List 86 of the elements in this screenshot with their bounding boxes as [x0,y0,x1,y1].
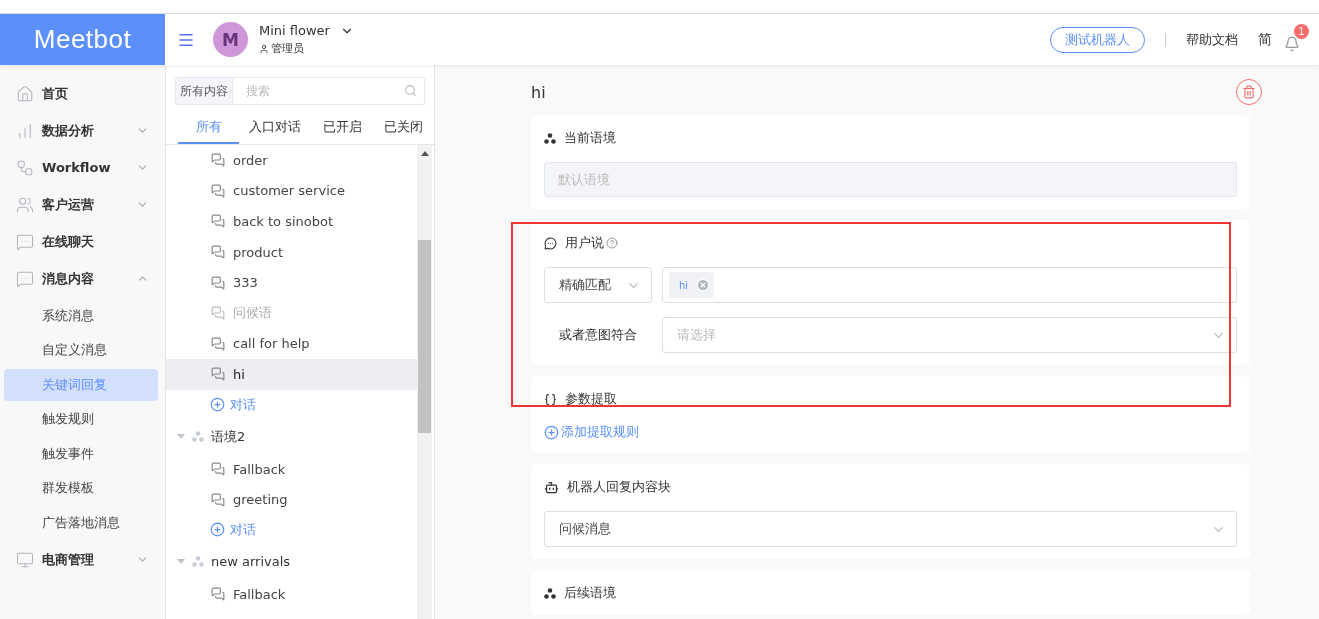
match-select[interactable]: 精确匹配 [544,267,652,303]
users-icon [16,195,34,214]
help-icon[interactable] [606,237,618,249]
scope-select[interactable]: 所有内容 [175,77,233,105]
user-icon [259,43,269,54]
dialog-item[interactable]: Fallback [166,578,417,610]
section-title: 后续语境 [564,584,616,602]
home-icon [16,84,34,103]
chat-icon [544,236,557,250]
search-field[interactable]: 搜索 [233,77,425,105]
dialog-item[interactable]: customer service [166,175,417,207]
workflow-icon [16,158,34,177]
scrollbar[interactable] [417,145,432,619]
chat-icon [211,492,225,507]
reply-select[interactable]: 问候消息 [544,511,1237,547]
section-title: 用户说 [565,234,604,252]
chat-icon [211,367,225,382]
dialog-item[interactable]: Fallback [166,453,417,485]
context-group[interactable]: 语境2 [166,419,417,454]
remove-icon[interactable] [696,278,711,292]
chat-icon [16,232,34,251]
nav-item[interactable]: 客户运营 [0,186,165,223]
delete-button[interactable] [1236,79,1262,105]
plus-icon [210,397,225,413]
intent-title: hi [531,82,546,102]
scroll-up-icon[interactable] [420,151,429,156]
account-name[interactable]: Mini flower [259,23,354,38]
language-button[interactable]: 简 [1258,30,1272,49]
nav-subitem[interactable]: 自定义消息 [4,334,158,366]
chat-icon [211,462,225,477]
monitor-icon [16,550,34,569]
nav-item[interactable]: 数据分析 [0,112,165,149]
braces-icon [544,392,557,406]
context-group[interactable]: new arrivals [166,544,417,579]
notifications-button[interactable] [1284,35,1300,52]
dialog-item[interactable]: product [166,236,417,268]
nav-subitem[interactable]: 群发模板 [4,472,158,504]
trash-icon [1242,85,1256,99]
nav-item[interactable]: 首页 [0,75,165,112]
plus-icon [210,522,225,538]
section-title: 当前语境 [564,129,616,147]
dialog-item[interactable]: back to sinobot [166,206,417,237]
message-icon [16,269,34,288]
chat-icon [211,245,225,260]
nav-item[interactable]: Workflow [0,149,165,186]
context-icon [192,431,204,443]
notification-badge: 1 [1294,24,1309,39]
chat-icon [211,306,225,321]
logo: Meetbot [0,14,165,65]
chat-icon [211,336,225,351]
chart-icon [16,121,34,140]
keyword-tag: hi [669,272,715,298]
filter-tab[interactable]: 已开启 [311,113,373,144]
chat-icon [211,275,225,290]
help-link[interactable]: 帮助文档 [1186,30,1238,49]
nav-subitem[interactable]: 广告落地消息 [4,506,158,539]
account-role: 管理员 [271,41,304,56]
dialog-item[interactable]: order [166,145,417,176]
caret-icon [177,434,185,440]
dialog-item[interactable]: greeting [166,484,417,515]
nav-subitem[interactable]: 触发规则 [4,403,158,435]
dialog-item[interactable]: hi [166,359,417,390]
chat-icon [211,183,225,198]
caret-icon [177,559,185,565]
section-title: 机器人回复内容块 [567,478,671,496]
nav-item[interactable]: 在线聊天 [0,223,165,260]
plus-icon [544,424,559,440]
filter-tab[interactable]: 入口对话 [239,113,312,144]
robot-icon [544,479,559,495]
nav-item[interactable]: 电商管理 [0,541,165,578]
context-icon [192,556,204,568]
filter-tab[interactable]: 已关闭 [372,113,434,144]
intent-label: 或者意图符合 [558,326,638,344]
dialog-item[interactable]: call for help [166,328,417,360]
nav-subitem[interactable]: 触发事件 [4,437,158,470]
nav-subitem[interactable]: 系统消息 [4,299,158,332]
search-icon [404,84,417,97]
avatar: M [213,22,248,57]
chat-icon [211,214,225,229]
dots-icon [544,132,556,144]
dots-icon [544,587,556,599]
chat-icon [211,587,225,602]
nav-item[interactable]: 消息内容 [0,260,165,297]
section-title: 参数提取 [565,390,617,408]
chat-icon [211,153,225,168]
dialog-item[interactable]: 333 [166,267,417,298]
